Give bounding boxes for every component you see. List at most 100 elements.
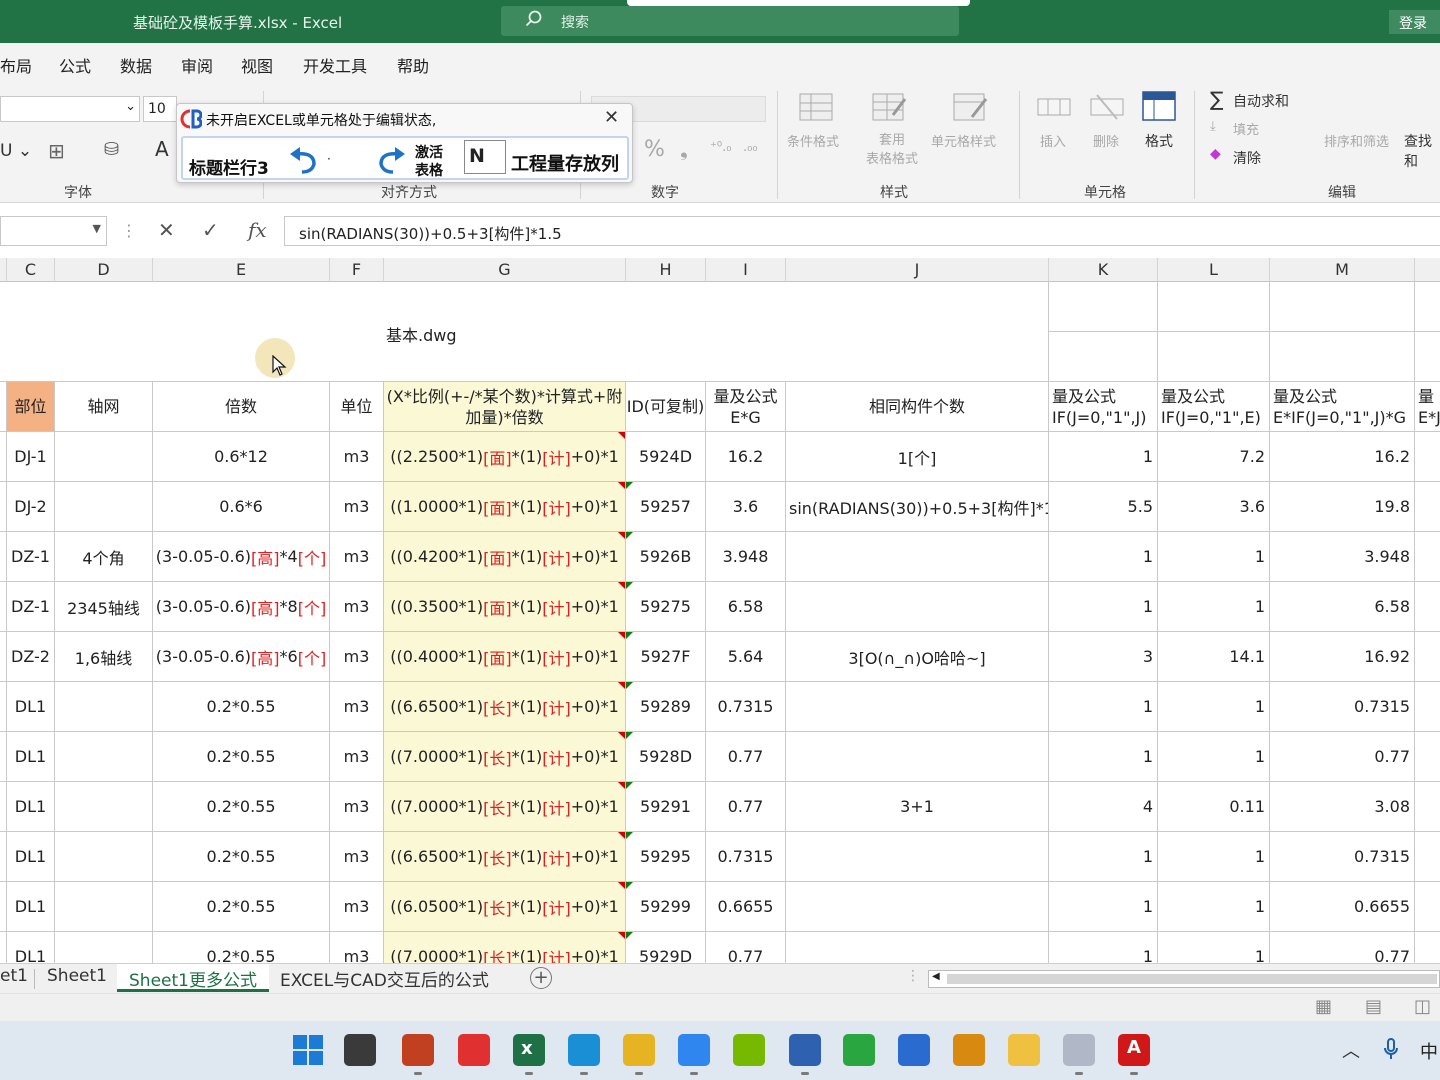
table-cell-m[interactable]: 0.7315 (1270, 832, 1415, 882)
table-cell-n[interactable] (1415, 482, 1440, 532)
error-indicator[interactable] (626, 482, 633, 489)
comment-indicator[interactable] (618, 682, 625, 689)
tab-data[interactable]: 数据 (120, 53, 152, 77)
table-cell-k[interactable]: 1 (1049, 432, 1158, 482)
table-cell-e[interactable]: 0.2*0.55 (153, 832, 330, 882)
table-cell-h[interactable]: 59299 (626, 882, 706, 932)
table-cell-j[interactable] (786, 832, 1049, 882)
table-cell-m[interactable]: 0.6655 (1270, 882, 1415, 932)
cell-style-button[interactable]: 单元格样式 (931, 131, 996, 150)
sheet-tab[interactable]: Sheet1 (47, 966, 107, 986)
horizontal-scrollbar[interactable]: ◀ (928, 970, 1440, 988)
text-tool-icon[interactable] (843, 1034, 875, 1066)
table-cell-g[interactable]: ((6.6500*1) [长] *(1) [计] +0)*1 (384, 682, 626, 732)
cell[interactable] (1158, 282, 1270, 332)
comma-icon[interactable]: ❟ (680, 137, 688, 161)
excel-icon[interactable]: x (513, 1034, 545, 1066)
table-cell-d[interactable] (55, 732, 153, 782)
error-indicator[interactable] (626, 732, 633, 739)
table-cell-l[interactable]: 7.2 (1158, 432, 1270, 482)
table-cell-j[interactable]: 1[个] (786, 432, 1049, 482)
header-cell-d[interactable]: 轴网 (55, 382, 153, 432)
folder-icon[interactable] (623, 1034, 655, 1066)
table-cell-d[interactable] (55, 682, 153, 732)
table-cell-k[interactable]: 5.5 (1049, 482, 1158, 532)
table-cell-m[interactable]: 0.77 (1270, 732, 1415, 782)
cell[interactable] (0, 882, 7, 932)
tab-help[interactable]: 帮助 (397, 53, 429, 77)
table-cell-f[interactable]: m3 (330, 782, 384, 832)
error-indicator[interactable] (626, 882, 633, 889)
header-cell-l[interactable]: 量及公式 IF(J=0,"1",E) (1158, 382, 1270, 432)
error-indicator[interactable] (626, 832, 633, 839)
table-cell-g[interactable]: ((7.0000*1) [长] *(1) [计] +0)*1 (384, 732, 626, 782)
table-cell-d[interactable] (55, 782, 153, 832)
header-cell-c[interactable]: 部位 (7, 382, 55, 432)
table-cell-l[interactable]: 1 (1158, 932, 1270, 963)
table-cell-n[interactable] (1415, 932, 1440, 963)
comment-indicator[interactable] (618, 632, 625, 639)
table-cell-h[interactable]: 5927F (626, 632, 706, 682)
table-cell-k[interactable]: 1 (1049, 532, 1158, 582)
cell[interactable] (1049, 332, 1158, 382)
table-cell-n[interactable] (1415, 832, 1440, 882)
table-cell-f[interactable]: m3 (330, 632, 384, 682)
name-box[interactable]: ▼ (0, 216, 107, 246)
tab-developer[interactable]: 开发工具 (303, 53, 367, 77)
autosum-button[interactable]: 自动求和 (1233, 91, 1289, 111)
error-indicator[interactable] (626, 782, 633, 789)
table-cell-g[interactable]: ((0.4200*1) [面] *(1) [计] +0)*1 (384, 532, 626, 582)
table-cell-e[interactable]: (3-0.05-0.6) [高] *6 [个] (153, 632, 330, 682)
table-cell-j[interactable]: 3+1 (786, 782, 1049, 832)
search-magnifier-icon[interactable] (953, 1034, 985, 1066)
table-cell-l[interactable]: 1 (1158, 582, 1270, 632)
undo-arrow-icon[interactable] (288, 144, 320, 174)
table-cell-h[interactable]: 59295 (626, 832, 706, 882)
cell[interactable] (1158, 332, 1270, 382)
table-cell-h[interactable]: 5924D (626, 432, 706, 482)
table-cell-n[interactable] (1415, 532, 1440, 582)
border-icon[interactable]: ⊞ (48, 139, 65, 163)
scroll-thumb[interactable] (947, 974, 1437, 984)
chevron-up-icon[interactable]: ︿ (1342, 1037, 1360, 1063)
table-cell-m[interactable]: 16.2 (1270, 432, 1415, 482)
table-cell-i[interactable]: 5.64 (706, 632, 786, 682)
table-cell-l[interactable]: 0.11 (1158, 782, 1270, 832)
comment-indicator[interactable] (618, 732, 625, 739)
header-cell-f[interactable]: 单位 (330, 382, 384, 432)
table-cell-f[interactable]: m3 (330, 932, 384, 963)
table-cell-i[interactable]: 0.7315 (706, 682, 786, 732)
column-header-m[interactable]: M (1270, 258, 1415, 282)
tab-layout[interactable]: 布局 (0, 53, 32, 77)
redo-arrow-icon[interactable] (375, 144, 407, 174)
cell[interactable] (0, 482, 7, 532)
cell[interactable] (0, 532, 7, 582)
header-cell-n[interactable]: 量 E*J (1415, 382, 1440, 432)
table-cell-e[interactable]: 0.2*0.55 (153, 882, 330, 932)
search-box[interactable]: 搜索 (501, 6, 959, 36)
ruler-app-icon[interactable] (402, 1034, 434, 1066)
conditional-format-button[interactable]: 条件格式 (787, 131, 839, 150)
font-color-icon[interactable]: A (155, 137, 169, 161)
font-name-dropdown[interactable]: ⌄ (0, 96, 140, 122)
cancel-icon[interactable]: ✕ (158, 218, 175, 242)
table-cell-d[interactable] (55, 432, 153, 482)
fill-button[interactable]: 填充 (1233, 119, 1259, 138)
table-cell-f[interactable]: m3 (330, 682, 384, 732)
column-header-f[interactable]: F (330, 258, 384, 282)
column-header-h[interactable]: H (626, 258, 706, 282)
cb-plugin-icon[interactable] (458, 1034, 490, 1066)
window-icon[interactable] (898, 1034, 930, 1066)
table-cell-i[interactable]: 16.2 (706, 432, 786, 482)
feishu-icon[interactable] (678, 1034, 710, 1066)
login-button[interactable]: 登录 (1389, 10, 1440, 34)
clear-button[interactable]: 清除 (1233, 148, 1261, 168)
cell[interactable] (0, 432, 7, 482)
scroll-left-icon[interactable]: ◀ (932, 971, 940, 982)
table-cell-h[interactable]: 59291 (626, 782, 706, 832)
comment-indicator[interactable] (618, 432, 625, 439)
microphone-icon[interactable] (1382, 1037, 1400, 1061)
column-header-d[interactable]: D (55, 258, 153, 282)
column-header-i[interactable]: I (706, 258, 786, 282)
column-input[interactable]: N (464, 140, 506, 174)
